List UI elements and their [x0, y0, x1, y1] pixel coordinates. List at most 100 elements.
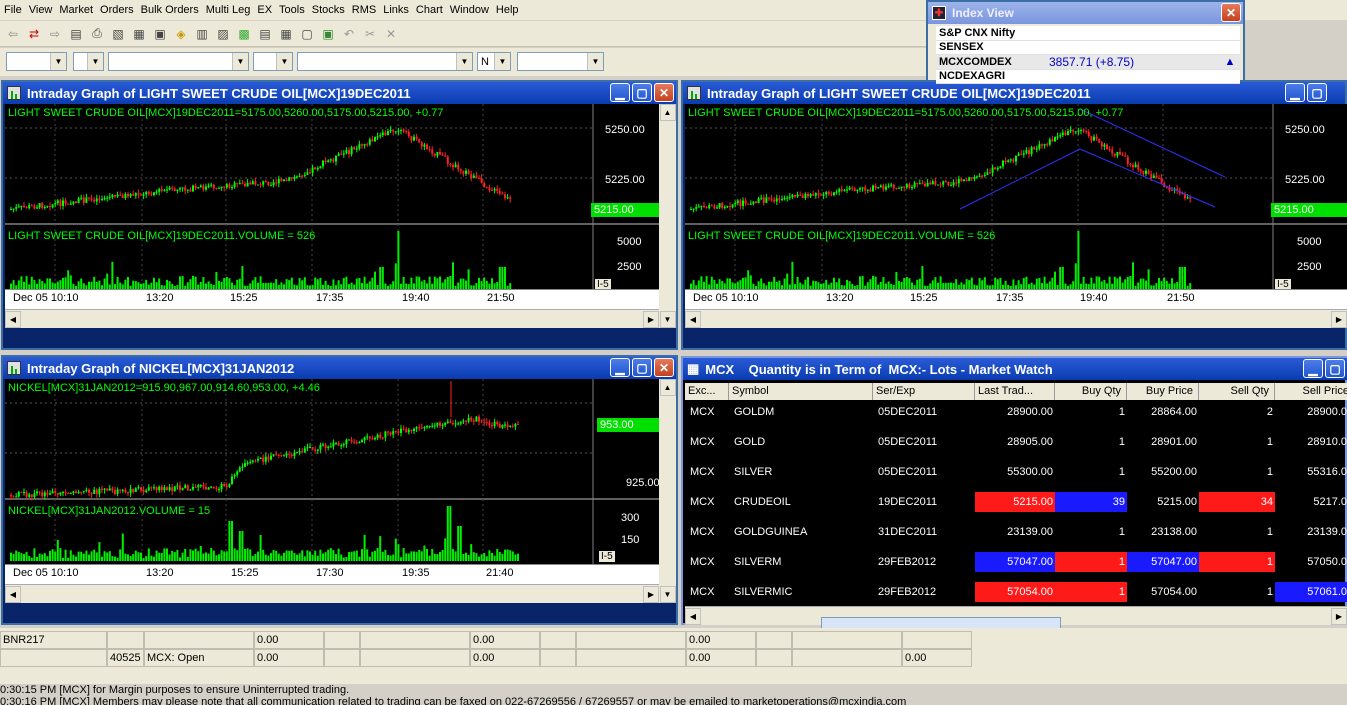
filter-icon[interactable]: ▨: [214, 25, 232, 43]
table-row[interactable]: MCX CRUDEOIL 19DEC2011 5215.00 39 5215.00 34 52…: [685, 492, 1347, 512]
table-row[interactable]: MCX SILVERMIC 29FEB2012 57054.00 1 57054.00 1 5…: [685, 582, 1347, 602]
window-titlebar[interactable]: ✚ Index View ✕: [928, 2, 1243, 24]
scroll-down-icon[interactable]: ▼: [659, 586, 676, 603]
scroll-left-icon[interactable]: ◀: [5, 585, 21, 603]
interval-badge[interactable]: I-5: [599, 551, 615, 562]
menu-view[interactable]: View: [29, 4, 60, 16]
window-icon[interactable]: ▢: [298, 25, 316, 43]
menu-tools[interactable]: Tools: [279, 4, 312, 16]
maximize-icon[interactable]: ▢: [1307, 83, 1327, 102]
chart-canvas[interactable]: NICKEL[MCX]31JAN2012=915.90,967.00,914.6…: [5, 379, 659, 584]
horizontal-scrollbar[interactable]: ◀ ▶: [685, 606, 1347, 632]
report-icon[interactable]: ▦: [277, 25, 295, 43]
scroll-right-icon[interactable]: ▶: [643, 585, 659, 603]
chart-icon[interactable]: ◈: [172, 25, 190, 43]
menu-stocks[interactable]: Stocks: [312, 4, 352, 16]
close-all-icon[interactable]: ✕: [382, 25, 400, 43]
cut-icon[interactable]: ✂: [361, 25, 379, 43]
order-icon[interactable]: ⇨: [46, 25, 64, 43]
maximize-icon[interactable]: ▢: [632, 83, 652, 102]
book-icon[interactable]: ▣: [151, 25, 169, 43]
close-icon[interactable]: ✕: [654, 83, 674, 102]
scroll-up-icon[interactable]: ▲: [659, 104, 676, 121]
menu-multi-leg[interactable]: Multi Leg: [206, 4, 258, 16]
table-row[interactable]: MCX GOLD 05DEC2011 28905.00 1 28901.00 1 28910.…: [685, 432, 1347, 452]
menu-ex[interactable]: EX: [257, 4, 279, 16]
column-header[interactable]: Buy Price: [1127, 383, 1199, 400]
menu-links[interactable]: Links: [383, 4, 416, 16]
minimize-icon[interactable]: ▁: [1303, 359, 1323, 378]
strike-select[interactable]: ▼: [517, 52, 604, 71]
menu-bulk-orders[interactable]: Bulk Orders: [141, 4, 206, 16]
doc-icon[interactable]: ▤: [67, 25, 85, 43]
index-view-window[interactable]: ✚ Index View ✕ S&P CNX Nifty SENSEX MCXC…: [926, 0, 1245, 84]
maximize-icon[interactable]: ▢: [1325, 359, 1345, 378]
window-titlebar[interactable]: Intraday Graph of NICKEL[MCX]31JAN2012 ▁…: [3, 357, 676, 379]
chart-window-crude-2[interactable]: Intraday Graph of LIGHT SWEET CRUDE OIL[…: [681, 80, 1347, 350]
menu-chart[interactable]: Chart: [416, 4, 450, 16]
table-row[interactable]: MCX SILVERM 29FEB2012 57047.00 1 57047.00 1 570…: [685, 552, 1347, 572]
option-type-select[interactable]: N ▼: [477, 52, 511, 71]
news-icon[interactable]: ▤: [256, 25, 274, 43]
chart-window-crude-1[interactable]: Intraday Graph of LIGHT SWEET CRUDE OIL[…: [1, 80, 678, 350]
chart-window-nickel[interactable]: Intraday Graph of NICKEL[MCX]31JAN2012 ▁…: [1, 355, 678, 625]
close-icon[interactable]: ✕: [654, 358, 674, 377]
minimize-icon[interactable]: ▁: [1285, 83, 1305, 102]
print-icon[interactable]: ⎙: [88, 25, 106, 43]
series-select[interactable]: ▼: [253, 52, 293, 71]
chart-canvas[interactable]: LIGHT SWEET CRUDE OIL[MCX]19DEC2011=5175…: [685, 104, 1347, 309]
grid-icon[interactable]: ▦: [130, 25, 148, 43]
table-row[interactable]: S&P CNX Nifty: [936, 26, 1240, 41]
buy-icon[interactable]: ⇦: [4, 25, 22, 43]
horizontal-scrollbar[interactable]: ◀ ▶: [5, 584, 659, 603]
table-row[interactable]: MCX GOLDGUINEA 31DEC2011 23139.00 1 23138.00 1…: [685, 522, 1347, 542]
scroll-right-icon[interactable]: ▶: [643, 310, 659, 328]
scroll-left-icon[interactable]: ◀: [5, 310, 21, 328]
exchange-select[interactable]: ▼: [6, 52, 67, 71]
chart-canvas[interactable]: LIGHT SWEET CRUDE OIL[MCX]19DEC2011=5175…: [5, 104, 659, 309]
calc-icon[interactable]: ▩: [235, 25, 253, 43]
column-header[interactable]: Exc...: [685, 383, 729, 400]
price-chart-svg[interactable]: [5, 104, 659, 309]
table-row[interactable]: SENSEX: [936, 40, 1240, 55]
table-row[interactable]: MCXCOMDEX 3857.71 (+8.75) ▲: [936, 54, 1240, 70]
page-icon[interactable]: ▧: [109, 25, 127, 43]
scroll-down-icon[interactable]: ▼: [659, 311, 676, 328]
undo-icon[interactable]: ↶: [340, 25, 358, 43]
menu-help[interactable]: Help: [496, 4, 526, 16]
message-log[interactable]: 0:30:15 PM [MCX] for Margin purposes to …: [0, 684, 1347, 705]
table-row[interactable]: MCX GOLDM 05DEC2011 28900.00 1 28864.00 2 28900…: [685, 402, 1347, 422]
menu-market[interactable]: Market: [59, 4, 100, 16]
maximize-icon[interactable]: ▢: [632, 358, 652, 377]
column-header[interactable]: Sell Qty: [1199, 383, 1275, 400]
close-icon[interactable]: ✕: [1221, 3, 1241, 22]
expiry-select[interactable]: ▼: [297, 52, 473, 71]
symbol-select[interactable]: ▼: [108, 52, 249, 71]
price-chart-svg[interactable]: [685, 104, 1347, 309]
window-titlebar[interactable]: ▦ MCX Quantity is in Term of MCX:- Lots …: [683, 358, 1347, 380]
segment-select[interactable]: ▼: [73, 52, 104, 71]
list-icon[interactable]: ▥: [193, 25, 211, 43]
table-row[interactable]: NCDEXAGRI: [936, 69, 1240, 84]
column-header[interactable]: Last Trad...: [975, 383, 1055, 400]
vertical-scrollbar[interactable]: ▲ ▼: [659, 379, 676, 603]
minimize-icon[interactable]: ▁: [610, 358, 630, 377]
vertical-scrollbar[interactable]: ▲ ▼: [659, 104, 676, 328]
window-titlebar[interactable]: Intraday Graph of LIGHT SWEET CRUDE OIL[…: [683, 82, 1345, 104]
column-header[interactable]: Symbol: [729, 383, 873, 400]
menu-file[interactable]: File: [3, 4, 29, 16]
scroll-left-icon[interactable]: ◀: [685, 310, 701, 328]
scroll-left-icon[interactable]: ◀: [685, 607, 701, 625]
horizontal-scrollbar[interactable]: ◀ ▶: [685, 309, 1347, 328]
menu-rms[interactable]: RMS: [352, 4, 383, 16]
minimize-icon[interactable]: ▁: [610, 83, 630, 102]
scroll-right-icon[interactable]: ▶: [1331, 607, 1347, 625]
horizontal-scrollbar[interactable]: ◀ ▶: [5, 309, 659, 328]
connect-icon[interactable]: ▣: [319, 25, 337, 43]
column-header[interactable]: Buy Qty: [1055, 383, 1127, 400]
menu-window[interactable]: Window: [450, 4, 496, 16]
window-titlebar[interactable]: Intraday Graph of LIGHT SWEET CRUDE OIL[…: [3, 82, 676, 104]
sell-icon[interactable]: ⇄: [25, 25, 43, 43]
column-header[interactable]: Sell Price: [1275, 383, 1347, 400]
menu-orders[interactable]: Orders: [100, 4, 141, 16]
